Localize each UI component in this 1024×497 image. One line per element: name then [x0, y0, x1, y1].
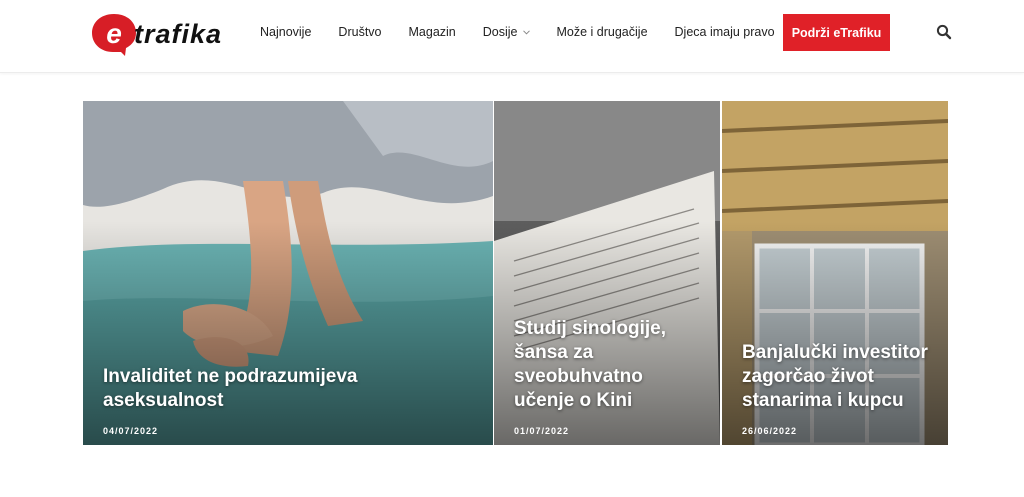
article-card[interactable]: Banjalučki investitor zagorčao život sta…: [722, 101, 948, 445]
nav-item-moze-i-drugacije[interactable]: Može i drugačije: [557, 25, 648, 39]
article-date: 26/06/2022: [742, 426, 798, 436]
nav-item-dosije[interactable]: Dosije: [483, 25, 530, 39]
article-title[interactable]: Studij sinologije, šansa za sveobuhvatno…: [514, 317, 704, 413]
article-card[interactable]: Studij sinologije, šansa za sveobuhvatno…: [494, 101, 720, 445]
etrafika-logo[interactable]: e trafika: [90, 10, 235, 56]
svg-text:trafika: trafika: [134, 19, 222, 49]
article-title[interactable]: Invaliditet ne podrazumijeva aseksualnos…: [103, 365, 477, 413]
main-nav: Najnovije Društvo Magazin Dosije Može i …: [260, 0, 802, 64]
search-icon[interactable]: [936, 24, 952, 40]
nav-item-drustvo[interactable]: Društvo: [338, 25, 381, 39]
article-date: 01/07/2022: [514, 426, 570, 436]
article-date: 04/07/2022: [103, 426, 159, 436]
chevron-down-icon: [522, 29, 530, 35]
support-etrafika-button[interactable]: Podrži eTrafiku: [783, 14, 890, 51]
article-card[interactable]: Invaliditet ne podrazumijeva aseksualnos…: [83, 101, 493, 445]
svg-text:e: e: [106, 18, 122, 49]
article-title[interactable]: Banjalučki investitor zagorčao život sta…: [742, 341, 932, 413]
site-header: e trafika Najnovije Društvo Magazin Dosi…: [0, 0, 1024, 73]
nav-item-magazin[interactable]: Magazin: [409, 25, 456, 39]
nav-item-najnovije[interactable]: Najnovije: [260, 25, 311, 39]
nav-item-djeca-imaju-pravo[interactable]: Djeca imaju pravo: [675, 25, 775, 39]
nav-item-dosije-label: Dosije: [482, 25, 518, 39]
